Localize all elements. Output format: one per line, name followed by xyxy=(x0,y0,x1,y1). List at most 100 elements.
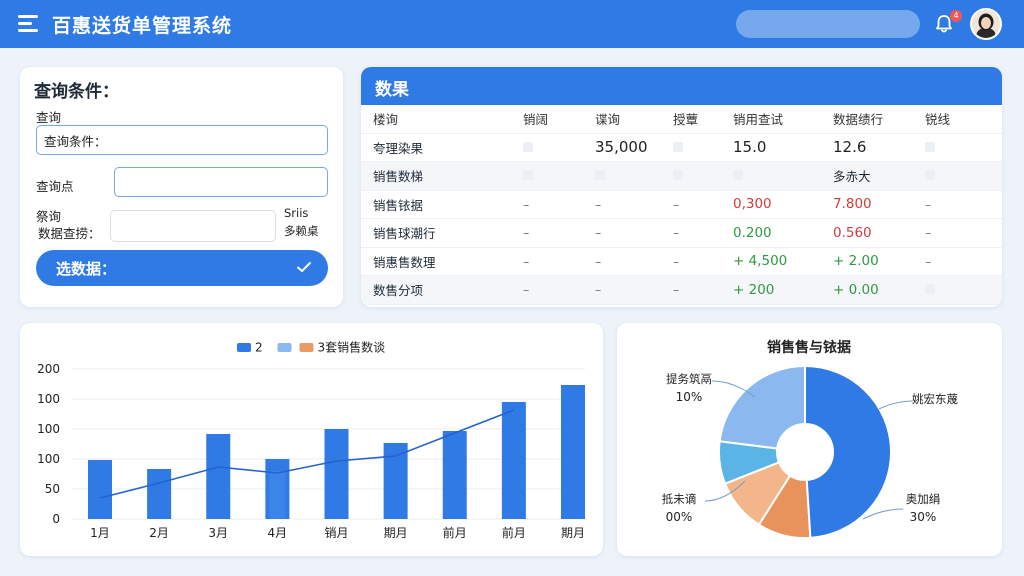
query-condition-input[interactable] xyxy=(36,125,328,155)
empty-cell-box xyxy=(913,161,1002,191)
data-query-input[interactable] xyxy=(110,210,276,242)
query-panel: 查询条件： 查询 查询点 祭询 数据查捞： Sriis 多赖桌 选数据： xyxy=(20,67,343,307)
top-bar: 百惠送货单管理系统 4 xyxy=(0,0,1024,48)
query-label: 查询 xyxy=(36,110,62,125)
legend-swatch xyxy=(237,343,251,352)
empty-cell-box xyxy=(511,133,583,162)
table-cell: – xyxy=(661,218,721,248)
column-header[interactable]: 授蕈 xyxy=(661,105,721,134)
table-row[interactable]: 数售分项 – – – + 200 + 0.00 xyxy=(361,275,1002,305)
table-row[interactable]: 夸理染果 35,000 15.0 12.6 xyxy=(361,133,1002,162)
table-cell: + 0.00 xyxy=(821,275,913,305)
row-label: 销惠售数理 xyxy=(361,247,511,276)
table-cell: 15.0 xyxy=(721,133,821,162)
table-cell: – xyxy=(913,218,1002,248)
row-label: 数售分项 xyxy=(361,275,511,305)
x-tick-label: 1月 xyxy=(90,526,110,540)
bar xyxy=(88,460,112,519)
slice-label: 抵未谪 xyxy=(662,492,697,506)
bar xyxy=(561,385,585,519)
table-row[interactable]: 销售数梯 多赤大 xyxy=(361,161,1002,191)
slice-percent: 10% xyxy=(676,390,703,404)
table-body: 夸理染果 35,000 15.0 12.6 销售数梯 多赤大 销售铱据 – – –0,300 7.8… xyxy=(361,133,1002,305)
table-cell: 35,000 xyxy=(583,133,661,162)
slice-percent: 30% xyxy=(910,510,937,524)
column-header[interactable]: 谍询 xyxy=(583,105,661,134)
table-cell: 0,300 xyxy=(721,190,821,219)
row-label: 销售铱据 xyxy=(361,190,511,219)
empty-cell-box xyxy=(511,161,583,191)
table-cell: – xyxy=(511,218,583,248)
legend-label: 3套销售数谈 xyxy=(318,340,386,355)
slice-label: 提务筑鬲 xyxy=(666,372,712,386)
table-cell: 多赤大 xyxy=(821,161,913,191)
row-label: 销售球潮行 xyxy=(361,218,511,248)
legend-label: 2 xyxy=(255,341,263,355)
y-tick-label: 100 xyxy=(37,392,60,406)
chart-title: 销售售与铱据 xyxy=(767,339,851,356)
bar xyxy=(324,429,349,519)
y-tick-label: 100 xyxy=(37,452,60,466)
bar xyxy=(442,431,467,519)
y-tick-label: 0 xyxy=(52,512,60,526)
y-tick-label: 100 xyxy=(37,422,60,436)
query-point-input[interactable] xyxy=(114,167,328,197)
table-header-row: 楼询 销阔 谍询 授蕈 销用查试 数据绩行 锐线 xyxy=(361,105,1002,134)
query-panel-title: 查询条件： xyxy=(34,82,119,102)
user-avatar-icon xyxy=(972,10,1000,38)
side-note-a: Sriis xyxy=(284,206,309,220)
slice-label: 奥加绢 xyxy=(906,492,941,506)
legend-swatch xyxy=(277,343,292,352)
column-header[interactable]: 锐线 xyxy=(913,105,1002,134)
bar-secondary xyxy=(269,471,286,519)
bar-chart-panel: 200 100 100 100 50 0 2 3套销售数谈 1月 2月 3月 4月 销月 期月 前月 前月 期月 xyxy=(20,323,603,556)
column-header[interactable]: 销阔 xyxy=(511,105,583,134)
pie-slice xyxy=(804,364,892,539)
empty-cell-box xyxy=(661,133,721,162)
row-label: 夸理染果 xyxy=(361,133,511,162)
empty-cell-box xyxy=(721,161,821,191)
bar xyxy=(206,434,231,519)
x-tick-label: 前月 xyxy=(443,525,467,540)
y-tick-label: 50 xyxy=(45,482,60,496)
submit-query-label: 选数据： xyxy=(56,259,117,278)
hamburger-menu-icon[interactable] xyxy=(18,15,38,33)
table-cell: – xyxy=(661,190,721,219)
bar xyxy=(147,469,172,519)
avatar[interactable] xyxy=(970,8,1002,40)
x-tick-label: 4月 xyxy=(268,526,288,540)
x-tick-label: 期月 xyxy=(561,526,585,540)
table-cell: 0.560 xyxy=(821,218,913,248)
table-row[interactable]: 销售球潮行 – – –0.200 0.560– xyxy=(361,218,1002,248)
pie-chart-panel: 销售售与铱据 提务筑鬲 10% 姚宏东蔑 抵未谪 00% 奥加绢 30% xyxy=(617,323,1002,556)
table-cell: – xyxy=(583,275,661,305)
x-tick-label: 3月 xyxy=(208,526,228,540)
x-tick-label: 销月 xyxy=(324,526,348,540)
bar xyxy=(501,402,526,519)
table-cell: + 4,500 xyxy=(721,247,821,276)
empty-cell-box xyxy=(913,275,1002,305)
row-label: 销售数梯 xyxy=(361,161,511,191)
table-cell: – xyxy=(583,190,661,219)
submit-query-button[interactable]: 选数据： xyxy=(36,250,328,286)
check-icon xyxy=(297,262,311,272)
results-table: 楼询 销阔 谍询 授蕈 销用查试 数据绩行 锐线 夸理染果 35,000 15.0 12.6 销售数… xyxy=(361,105,1002,305)
column-header[interactable]: 楼询 xyxy=(361,105,511,134)
side-note-b: 多赖桌 xyxy=(284,224,319,238)
table-row[interactable]: 销售铱据 – – –0,300 7.800– xyxy=(361,190,1002,219)
table-cell: – xyxy=(913,190,1002,219)
results-panel-title: 数果 xyxy=(361,67,1002,105)
table-cell: – xyxy=(511,190,583,219)
search-input[interactable] xyxy=(736,10,920,38)
x-tick-label: 期月 xyxy=(384,526,408,540)
table-cell: – xyxy=(661,275,721,305)
pie-slice xyxy=(718,364,806,450)
column-header[interactable]: 数据绩行 xyxy=(821,105,913,134)
bar xyxy=(383,443,408,519)
bar-chart: 200 100 100 100 50 0 2 3套销售数谈 1月 2月 3月 4月 销月 期月 前月 前月 期月 xyxy=(37,340,585,541)
table-row[interactable]: 销惠售数理 – – – + 4,500 + 2.00– xyxy=(361,247,1002,276)
table-cell: 12.6 xyxy=(821,133,913,162)
empty-cell-box xyxy=(583,161,661,191)
table-cell: – xyxy=(661,247,721,276)
column-header[interactable]: 销用查试 xyxy=(721,105,821,134)
